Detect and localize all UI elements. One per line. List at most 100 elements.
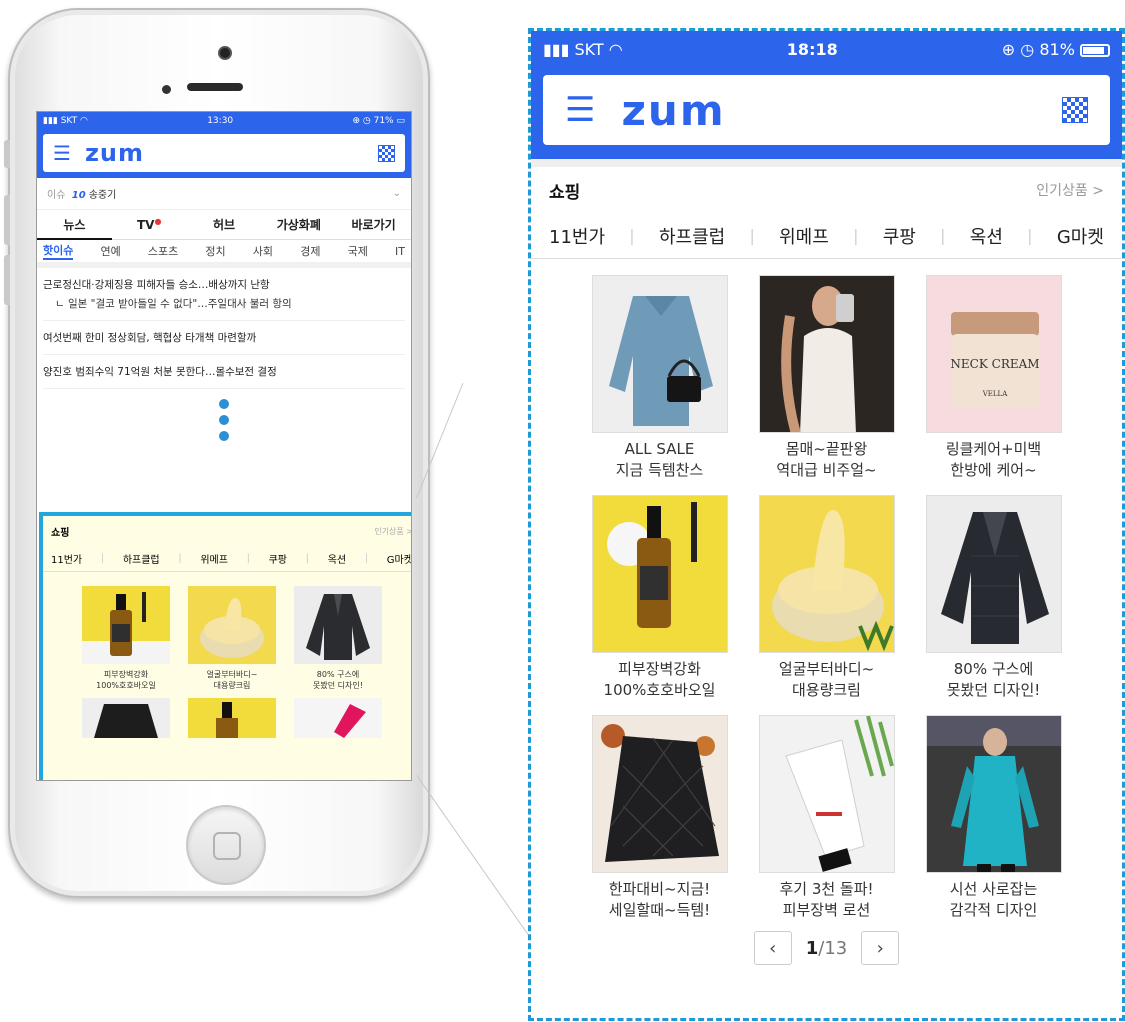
tab-shortcuts[interactable]: 바로가기	[336, 216, 411, 233]
store-11st[interactable]: 11번가	[549, 223, 605, 249]
category-world[interactable]: 국제	[348, 243, 368, 259]
product-card[interactable]: 피부장벽강화 100%호호바오일	[80, 586, 172, 692]
padded-jacket-image	[925, 495, 1062, 653]
product-card[interactable]: 시선 사로잡는 감각적 디자인	[925, 715, 1063, 921]
store-coupang[interactable]: 쿠팡	[883, 223, 916, 249]
app-header: ☰ zum	[531, 67, 1122, 159]
lotion-tube-image	[758, 715, 895, 873]
product-card[interactable]: 얼굴부터바디~ 대용량크림	[186, 586, 278, 692]
wifi-icon: ◠	[80, 116, 88, 126]
tab-tv[interactable]: TV●	[112, 217, 187, 232]
total-pages: /13	[818, 937, 848, 959]
product-card[interactable]: 얼굴부터바디~ 대용량크림	[758, 495, 896, 701]
news-item[interactable]: 양진호 범죄수익 71억원 처분 못한다…몰수보전 결정	[43, 355, 405, 389]
tab-crypto[interactable]: 가상화폐	[261, 216, 336, 233]
oil-bottle-image	[591, 495, 728, 653]
news-item[interactable]: 근로정신대·강제징용 피해자들 승소…배상까지 난항 ㄴ 일본 "결코 받아들일…	[43, 268, 405, 321]
blue-coat-model-image	[925, 715, 1062, 873]
app-header: ☰ zum	[37, 130, 411, 178]
store-halfclub[interactable]: 하프클럽	[123, 551, 160, 566]
category-sports[interactable]: 스포츠	[148, 243, 178, 259]
home-button[interactable]	[186, 805, 266, 885]
oil-bottle-image	[82, 586, 170, 664]
qr-code-icon[interactable]	[378, 144, 395, 162]
oil-bottle-image	[188, 697, 276, 738]
shopping-title-row: 쇼핑 인기상품 >	[531, 167, 1122, 213]
news-categories: 핫이슈 연예 스포츠 정치 사회 경제 국제 IT	[37, 240, 411, 268]
store-wemakeprice[interactable]: 위메프	[779, 223, 829, 249]
zum-logo[interactable]: zum	[621, 86, 1036, 135]
chevron-down-icon[interactable]: ⌄	[393, 188, 401, 199]
battery-indicator: ⊕ ◷ 71% ▭	[352, 116, 405, 126]
chevron-left-icon: ‹	[769, 937, 777, 959]
category-economy[interactable]: 경제	[300, 243, 320, 259]
shopping-title-row: 쇼핑 인기상품 >	[51, 526, 412, 539]
battery-icon	[1079, 43, 1110, 57]
category-politics[interactable]: 정치	[205, 243, 225, 259]
tab-hub[interactable]: 허브	[187, 216, 262, 233]
store-11st[interactable]: 11번가	[51, 551, 82, 566]
cream-jar-image	[188, 586, 276, 664]
product-card[interactable]: NECK CREAM VELLA 링클케어+미백 한방에 케어~	[925, 275, 1063, 481]
issue-ticker[interactable]: 이슈 10 송중기 ⌄	[37, 178, 411, 210]
popular-items-link[interactable]: 인기상품 >	[374, 526, 411, 537]
product-card[interactable]	[292, 697, 384, 744]
product-card[interactable]: 80% 구스에 못봤던 디자인!	[925, 495, 1063, 701]
store-tabs: 11번가 | 하프클럽 | 위메프 | 쿠팡 | 옥션 | G마켓	[43, 546, 411, 572]
hamburger-menu-icon[interactable]: ☰	[53, 143, 71, 163]
ellipsis-dots	[37, 389, 411, 451]
zum-logo[interactable]: zum	[85, 139, 364, 167]
current-page: 1	[805, 937, 819, 959]
product-card[interactable]: ALL SALE 지금 득템찬스	[591, 275, 729, 481]
carrier: ▮▮▮ SKT ◠	[543, 39, 623, 59]
product-card[interactable]	[186, 697, 278, 744]
store-auction[interactable]: 옥션	[970, 223, 1003, 249]
page-indicator: 1/13	[806, 938, 848, 959]
zoomed-shopping-panel: ▮▮▮ SKT ◠ 18:18 ⊕ ◷ 81% ☰ zum 쇼핑 인기상품 > …	[528, 28, 1125, 1021]
proximity-sensor	[162, 85, 171, 94]
next-page-button[interactable]: ›	[861, 931, 900, 965]
product-grid: ALL SALE 지금 득템찬스 몸매~끝판왕 역대급 비주얼~ NECK CR…	[531, 259, 1122, 921]
front-camera	[218, 46, 232, 60]
section-divider	[531, 159, 1122, 167]
issue-keyword: 송중기	[88, 190, 117, 201]
cream-jar-image	[758, 495, 895, 653]
search-bar[interactable]: ☰ zum	[43, 134, 405, 172]
product-card[interactable]	[80, 697, 172, 744]
search-bar[interactable]: ☰ zum	[543, 75, 1110, 145]
news-item[interactable]: 여섯번째 한미 정상회담, 핵협상 타개책 마련할까	[43, 321, 405, 355]
clock: 18:18	[786, 39, 838, 59]
category-it[interactable]: IT	[395, 245, 405, 258]
volume-down-button	[4, 255, 10, 305]
neck-cream-brand: VELLA	[981, 390, 1007, 398]
store-wemakeprice[interactable]: 위메프	[200, 551, 228, 566]
product-card[interactable]: 80% 구스에 못봤던 디자인!	[292, 586, 384, 692]
store-gmarket[interactable]: G마켓	[387, 551, 411, 566]
product-card[interactable]: 후기 3천 돌파! 피부장벽 로션	[758, 715, 896, 921]
tab-news[interactable]: 뉴스	[37, 216, 112, 240]
chevron-right-icon: ›	[876, 937, 884, 959]
store-coupang[interactable]: 쿠팡	[269, 551, 287, 566]
qr-code-icon[interactable]	[1062, 97, 1088, 123]
store-halfclub[interactable]: 하프클럽	[659, 223, 725, 249]
product-card[interactable]: 피부장벽강화 100%호호바오일	[591, 495, 729, 701]
category-entertainment[interactable]: 연예	[101, 243, 121, 259]
prev-page-button[interactable]: ‹	[753, 931, 792, 965]
product-card[interactable]: 몸매~끝판왕 역대급 비주얼~	[758, 275, 896, 481]
store-tabs: 11번가 | 하프클럽 | 위메프 | 쿠팡 | 옥션 | G마켓	[531, 213, 1122, 259]
category-society[interactable]: 사회	[253, 243, 273, 259]
store-gmarket[interactable]: G마켓	[1057, 223, 1104, 249]
store-auction[interactable]: 옥션	[328, 551, 346, 566]
shopping-title: 쇼핑	[549, 182, 581, 203]
neck-cream-jar-image: NECK CREAM VELLA	[925, 275, 1062, 433]
main-tabs: 뉴스 TV● 허브 가상화폐 바로가기	[37, 210, 411, 240]
padded-jacket-image	[294, 586, 382, 664]
mute-switch	[4, 140, 10, 168]
product-card[interactable]: 한파대비~지금! 세일할때~득템!	[591, 715, 729, 921]
battery-indicator: ⊕ ◷ 81%	[1002, 40, 1110, 59]
popular-items-link[interactable]: 인기상품 >	[1036, 180, 1104, 200]
hamburger-menu-icon[interactable]: ☰	[565, 93, 595, 127]
lipstick-image	[294, 697, 382, 738]
stage: ▮▮▮ SKT ◠ 13:30 ⊕ ◷ 71% ▭ ☰ zum 이슈 10 송중기…	[0, 0, 1125, 1022]
category-hot-issue[interactable]: 핫이슈	[43, 242, 74, 260]
